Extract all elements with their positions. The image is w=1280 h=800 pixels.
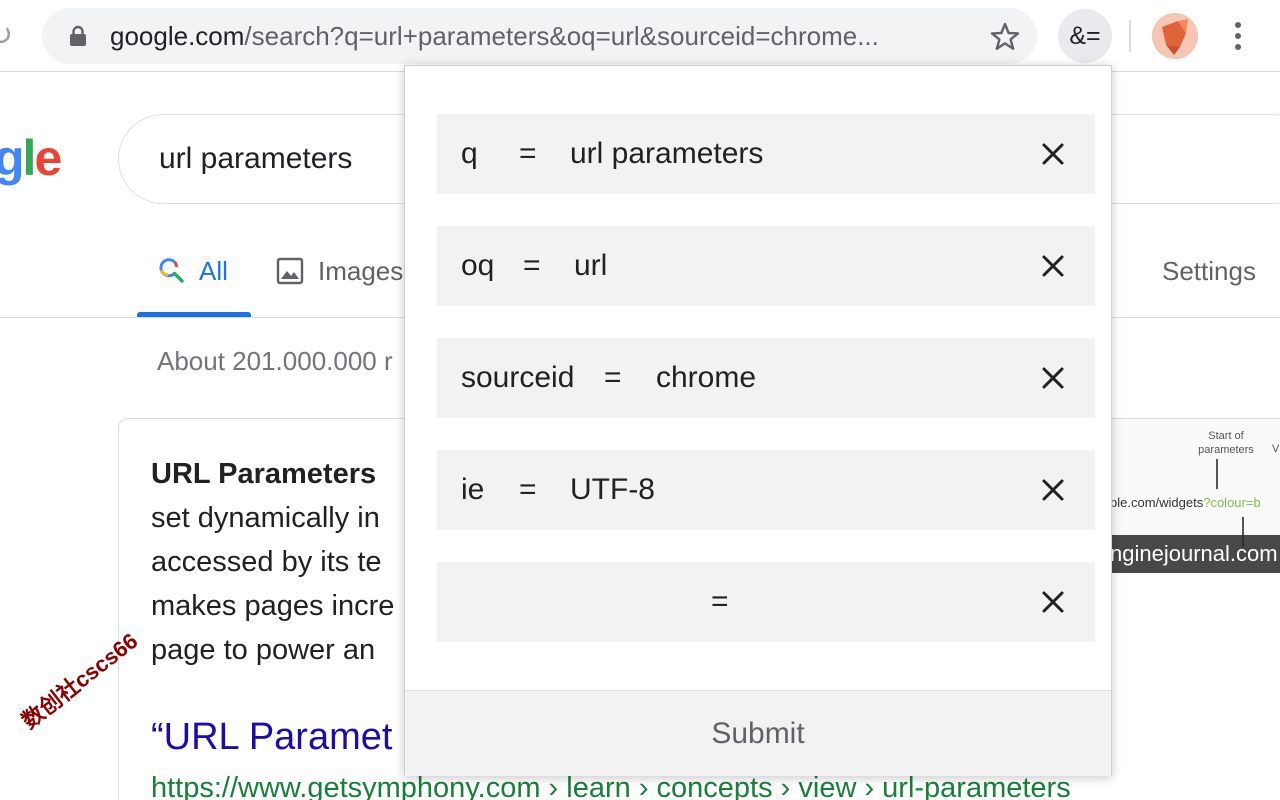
google-logo[interactable]: gle — [0, 128, 62, 188]
param-row-ie: ie = UTF-8 — [437, 450, 1095, 530]
url-domain: google.com — [110, 21, 245, 51]
submit-button[interactable]: Submit — [405, 691, 1111, 777]
param-row-q: q = url parameters — [437, 114, 1095, 194]
snippet-image-v-label: V — [1272, 443, 1280, 455]
param-equals: = — [711, 585, 729, 618]
snippet-line: page to power an — [151, 634, 376, 666]
snippet-image-url-left: ple.com/widgets — [1110, 495, 1204, 510]
param-key[interactable]: oq — [461, 226, 494, 306]
param-row-sourceid: sourceid = chrome — [437, 338, 1095, 418]
param-value[interactable]: chrome — [656, 338, 756, 418]
reload-icon[interactable]: ↻ — [0, 16, 13, 56]
profile-avatar[interactable] — [1152, 13, 1198, 59]
remove-param-icon[interactable] — [1035, 472, 1071, 508]
param-equals: = — [519, 137, 537, 170]
url-params-extension-button[interactable]: &= — [1058, 9, 1112, 63]
param-equals: = — [519, 473, 537, 506]
image-icon — [276, 257, 304, 285]
param-row-oq: oq = url — [437, 226, 1095, 306]
search-query-text: url parameters — [159, 142, 353, 175]
snippet-line: URL Parameters — [151, 452, 411, 496]
param-row-empty: = — [437, 562, 1095, 642]
snippet-line: set dynamically in — [151, 502, 380, 534]
snippet-image-url-param: ?colour=b — [1203, 495, 1261, 510]
tab-images-label: Images — [318, 256, 404, 286]
snippet-image[interactable]: Start of parameters V ple.com/widgets?co… — [1110, 419, 1280, 573]
param-value[interactable]: UTF-8 — [570, 450, 655, 530]
browser-toolbar: ↻ google.com/search?q=url+parameters&oq=… — [0, 0, 1280, 72]
param-value[interactable]: url — [574, 226, 607, 306]
url-path: /search?q=url+parameters&oq=url&sourceid… — [244, 21, 879, 51]
param-equals: = — [604, 361, 622, 394]
remove-param-icon[interactable] — [1035, 136, 1071, 172]
remove-param-icon[interactable] — [1035, 248, 1071, 284]
param-value[interactable]: url parameters — [570, 114, 763, 194]
featured-snippet-text: URL Parameters set dynamically in access… — [151, 452, 411, 672]
snippet-image-arrow — [1216, 459, 1218, 489]
tab-all[interactable]: All — [137, 250, 251, 317]
tab-all-label: All — [199, 256, 228, 286]
snippet-image-start-label: Start of parameters — [1198, 430, 1254, 456]
lock-icon[interactable] — [67, 25, 89, 47]
param-key[interactable]: q — [461, 114, 478, 194]
bookmark-star-icon[interactable] — [988, 20, 1022, 54]
tab-settings[interactable]: Settings — [1162, 256, 1256, 287]
snippet-line: accessed by its te — [151, 546, 382, 578]
result-title-link[interactable]: “URL Paramet — [151, 714, 392, 760]
param-key[interactable]: ie — [461, 450, 484, 530]
url-text[interactable]: google.com/search?q=url+parameters&oq=ur… — [110, 20, 990, 52]
search-icon — [159, 258, 184, 283]
toolbar-divider — [1129, 20, 1131, 52]
snippet-line: makes pages incre — [151, 590, 395, 622]
snippet-title: URL Parameters — [151, 458, 377, 490]
fox-avatar-icon — [1152, 13, 1198, 59]
popup-footer: Submit — [405, 690, 1111, 776]
more-menu-icon[interactable] — [1226, 17, 1250, 55]
result-stats: About 201.000.000 r — [157, 346, 393, 376]
url-params-popup: q = url parameters oq = url sourceid = c… — [404, 65, 1112, 776]
tab-images[interactable]: Images — [276, 250, 416, 290]
param-key[interactable]: sourceid — [461, 338, 574, 418]
snippet-image-url: ple.com/widgets?colour=b — [1110, 495, 1261, 510]
param-equals: = — [523, 249, 541, 282]
remove-param-icon[interactable] — [1035, 360, 1071, 396]
remove-param-icon[interactable] — [1035, 584, 1071, 620]
snippet-image-caption: nginejournal.com — [1110, 535, 1280, 573]
address-bar[interactable]: google.com/search?q=url+parameters&oq=ur… — [42, 8, 1037, 64]
